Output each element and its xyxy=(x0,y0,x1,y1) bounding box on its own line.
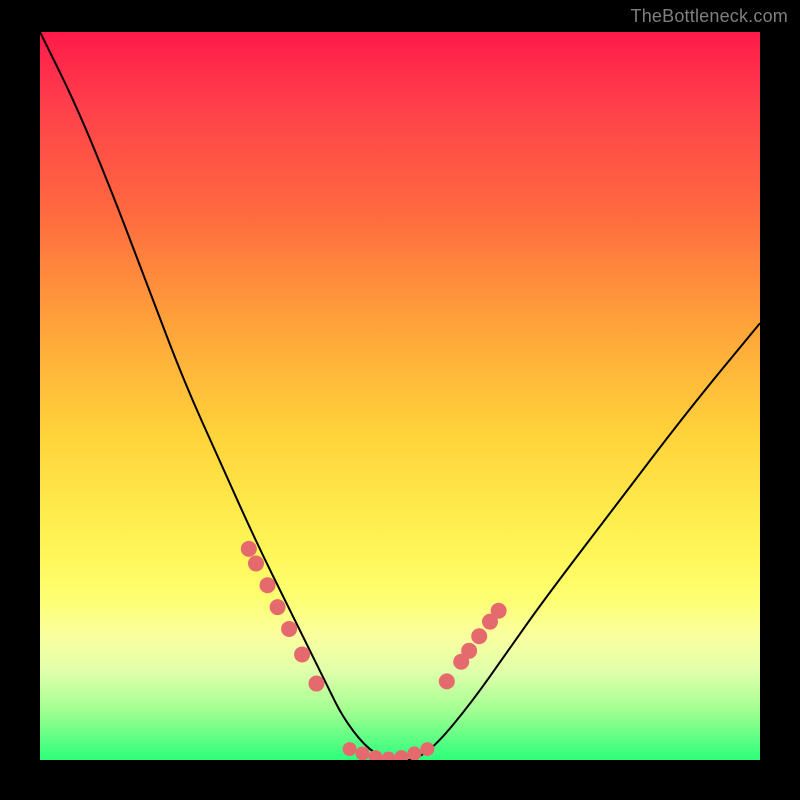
marker-dot xyxy=(394,750,408,760)
marker-dot xyxy=(491,603,507,619)
chart-frame: TheBottleneck.com xyxy=(0,0,800,800)
right-marker-cluster xyxy=(439,603,507,690)
marker-dot xyxy=(241,541,257,557)
marker-dot xyxy=(381,752,395,760)
marker-dot xyxy=(248,555,264,571)
curve-overlay xyxy=(40,32,760,760)
marker-dot xyxy=(281,621,297,637)
marker-dot xyxy=(343,742,357,756)
marker-dot xyxy=(369,750,383,760)
marker-dot xyxy=(420,742,434,756)
valley-marker-cluster xyxy=(343,742,435,760)
marker-dot xyxy=(461,643,477,659)
marker-dot xyxy=(471,628,487,644)
marker-dot xyxy=(439,673,455,689)
marker-dot xyxy=(260,577,276,593)
watermark-text: TheBottleneck.com xyxy=(631,6,788,27)
plot-area xyxy=(40,32,760,760)
marker-dot xyxy=(308,676,324,692)
marker-dot xyxy=(407,746,421,760)
marker-dot xyxy=(270,599,286,615)
bottleneck-curve xyxy=(40,32,760,760)
marker-dot xyxy=(356,746,370,760)
marker-dot xyxy=(294,646,310,662)
left-marker-cluster xyxy=(241,541,325,692)
